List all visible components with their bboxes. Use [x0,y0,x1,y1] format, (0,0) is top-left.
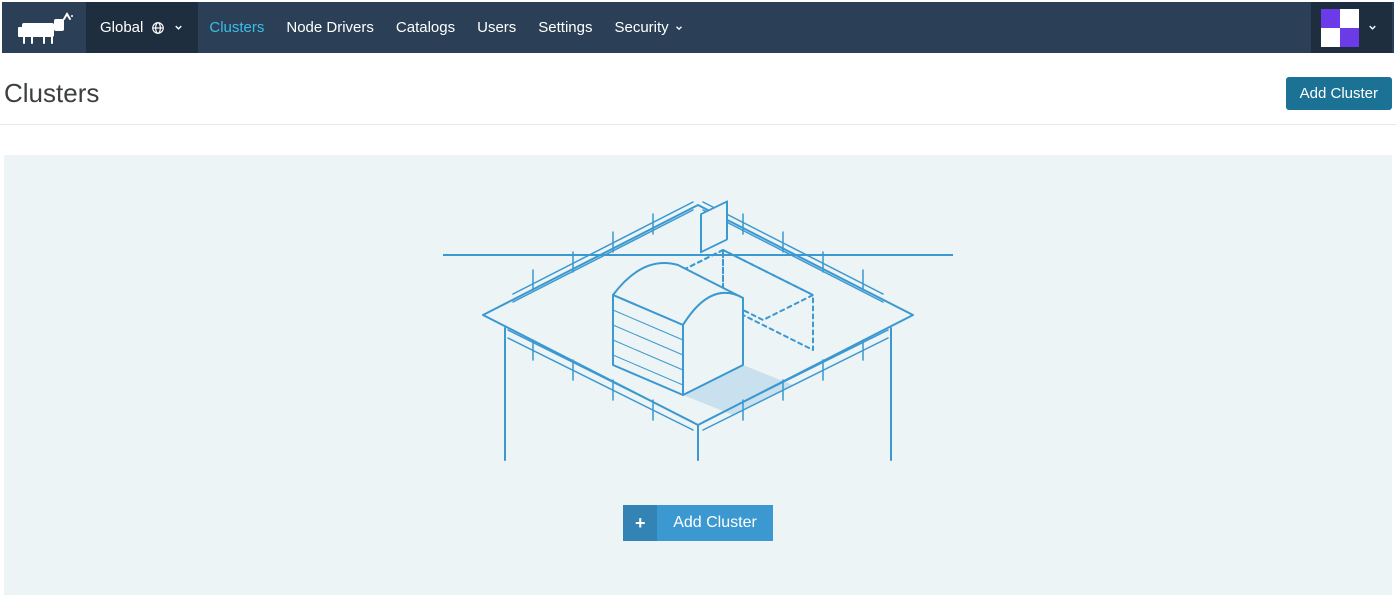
nav-items: Clusters Node Drivers Catalogs Users Set… [198,2,694,53]
nav-item-label: Security [614,19,668,36]
empty-state-panel: + Add Cluster [4,155,1392,595]
plus-icon: + [623,505,657,541]
logo-area[interactable] [4,2,86,53]
add-cluster-button-center[interactable]: + Add Cluster [623,505,773,541]
nav-item-node-drivers[interactable]: Node Drivers [275,2,385,53]
nav-item-security[interactable]: Security [603,2,694,53]
nav-item-settings[interactable]: Settings [527,2,603,53]
page-header-row: Clusters Add Cluster [0,55,1396,125]
scope-dropdown[interactable]: Global [86,2,198,53]
user-menu[interactable] [1311,2,1392,53]
topbar: Global Clusters Node Drivers Catalogs Us… [2,2,1394,53]
rancher-logo-icon [8,9,76,47]
nav-item-users[interactable]: Users [466,2,527,53]
chevron-down-icon [173,22,184,33]
nav-item-label: Node Drivers [286,19,374,36]
nav-item-label: Clusters [209,19,264,36]
nav-item-clusters[interactable]: Clusters [198,2,275,53]
globe-icon [151,21,165,35]
chevron-down-icon [1367,22,1378,33]
chevron-down-icon [674,23,684,33]
add-cluster-button-top[interactable]: Add Cluster [1286,77,1392,110]
nav-item-catalogs[interactable]: Catalogs [385,2,466,53]
button-label: Add Cluster [657,505,773,541]
nav-item-label: Users [477,19,516,36]
scope-label: Global [100,19,143,36]
nav-item-label: Settings [538,19,592,36]
nav-item-label: Catalogs [396,19,455,36]
page-title: Clusters [4,78,99,109]
button-label: Add Cluster [1300,85,1378,102]
avatar [1321,9,1359,47]
empty-farm-illustration-icon [443,200,953,470]
